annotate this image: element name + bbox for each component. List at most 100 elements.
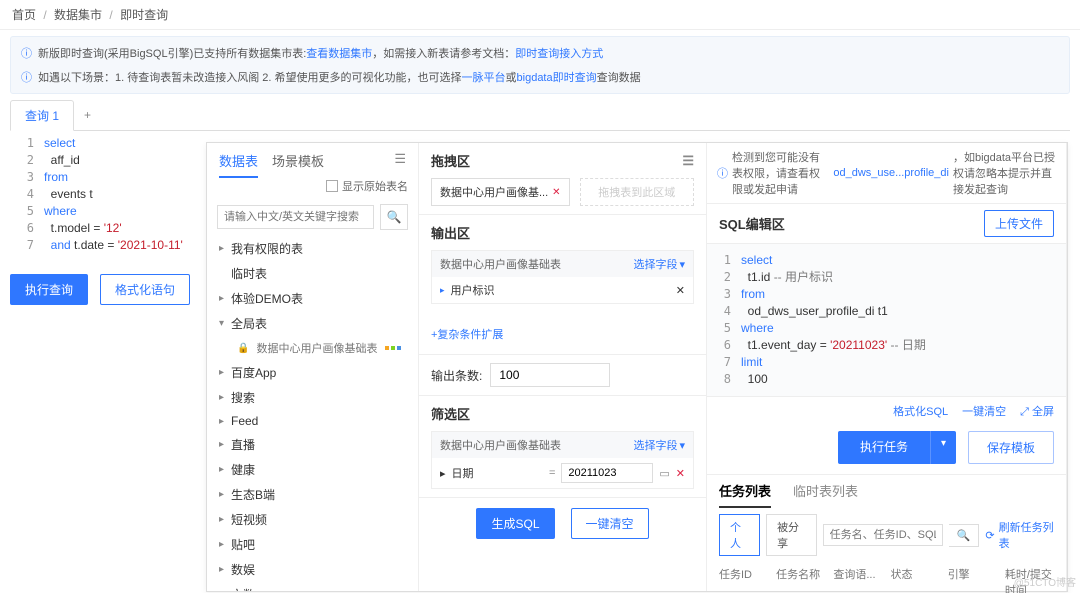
sql-editor[interactable]: 12345678 select t1.id -- 用户标识 from od_dw…: [707, 243, 1066, 397]
task-tabs: 任务列表 临时表列表: [707, 474, 1066, 508]
search-icon[interactable]: 🔍: [949, 524, 980, 547]
output-head: 数据中心用户画像基础表 选择字段▾: [432, 251, 693, 277]
pick-fields-button[interactable]: 选择字段▾: [633, 256, 685, 272]
tree-tieba[interactable]: ▸贴吧: [207, 532, 418, 557]
tree-search[interactable]: ▸搜索: [207, 385, 418, 410]
table-permission-link[interactable]: od_dws_use...profile_di: [833, 167, 949, 179]
calendar-icon[interactable]: ▭: [659, 467, 669, 480]
task-table-head: 任务ID 任务名称 查询语... 状态 引擎 耗时/提交时间: [707, 562, 1066, 593]
pick-fields-button[interactable]: 选择字段▾: [633, 437, 685, 453]
drag-item[interactable]: 数据中心用户画像基...✕: [431, 178, 570, 206]
remove-icon[interactable]: ✕: [676, 467, 685, 480]
col-task-name: 任务名称: [776, 566, 825, 593]
run-query-button[interactable]: 执行查询: [10, 274, 88, 305]
link-bigdata[interactable]: bigdata即时查询: [517, 69, 597, 85]
tab-data-tables[interactable]: 数据表: [219, 151, 258, 178]
breadcrumb-mart[interactable]: 数据集市: [54, 8, 102, 22]
sql-editor-head: SQL编辑区 上传文件: [707, 204, 1066, 243]
complex-conditions-link[interactable]: +复杂条件扩展: [431, 329, 503, 341]
drag-title: 拖拽区: [431, 151, 470, 170]
breadcrumb: 首页 / 数据集市 / 即时查询: [0, 0, 1080, 30]
drag-placeholder[interactable]: 拖拽表到此区域: [580, 178, 694, 206]
upload-file-button[interactable]: 上传文件: [984, 210, 1054, 237]
clear-all-button[interactable]: 一键清空: [571, 508, 649, 539]
right-column: ⓘ 检测到您可能没有表权限，请查看权限或发起申请 od_dws_use...pr…: [707, 143, 1067, 591]
link-yimai[interactable]: 一脉平台: [462, 69, 506, 85]
filter-date-input[interactable]: [561, 463, 653, 483]
query-tabs: 查询 1 +: [10, 100, 1070, 131]
output-title: 输出区: [431, 223, 470, 242]
code[interactable]: select aff_id from events t where t.mode…: [40, 131, 187, 258]
tree-wenku[interactable]: ▸文数: [207, 582, 418, 591]
filter-section: 筛选区 数据中心用户画像基础表 选择字段▾ ▸ 日期 = ▭ ✕: [419, 396, 706, 498]
chevron-down-icon: ▾: [679, 258, 685, 271]
gutter: 1234567: [10, 131, 40, 258]
refresh-tasks-button[interactable]: ⟳刷新任务列表: [985, 519, 1054, 551]
search-input[interactable]: [217, 205, 374, 229]
col-status: 状态: [891, 566, 940, 593]
remove-icon[interactable]: ✕: [552, 187, 560, 198]
generate-sql-button[interactable]: 生成SQL: [476, 508, 554, 539]
notice-1-text: 新版即时查询(采用BigSQL引擎)已支持所有数据集市表:: [38, 45, 306, 61]
triangle-icon: ▸: [440, 285, 445, 296]
run-task-button[interactable]: 执行任务 ▾: [838, 431, 956, 464]
tree-global-child[interactable]: 🔒 数据中心用户画像基础表: [207, 336, 418, 360]
output-field-row: ▸ 用户标识 ✕: [432, 277, 693, 303]
tree-temp-tables[interactable]: 临时表: [207, 261, 418, 286]
notice-2-text: 如遇以下场景：1. 待查询表暂未改造接入风阁 2. 希望使用更多的可视化功能，也…: [38, 69, 462, 85]
col-query: 查询语...: [833, 566, 882, 593]
tree-ent[interactable]: ▸数娱: [207, 557, 418, 582]
equals-icon: =: [549, 467, 555, 479]
tree-feed[interactable]: ▸Feed: [207, 410, 418, 432]
tab-scene-templates[interactable]: 场景模板: [272, 151, 324, 178]
seg-personal[interactable]: 个人: [719, 514, 760, 556]
left-panel-tabs: 数据表 场景模板 ☰: [207, 143, 418, 178]
remove-icon[interactable]: ✕: [676, 284, 685, 297]
tree-my-tables[interactable]: ▸我有权限的表: [207, 236, 418, 261]
breadcrumb-query[interactable]: 即时查询: [120, 8, 168, 22]
tree-demo-tables[interactable]: ▸体验DEMO表: [207, 286, 418, 311]
run-row: 执行任务 ▾ 保存模板: [707, 425, 1066, 474]
sql-editor-title: SQL编辑区: [719, 214, 785, 233]
tree-health[interactable]: ▸健康: [207, 457, 418, 482]
format-sql-link[interactable]: 格式化SQL: [893, 403, 948, 419]
clear-sql-link[interactable]: 一键清空: [962, 403, 1006, 419]
tree-global-tables[interactable]: ▾全局表: [207, 311, 418, 336]
tab-temp-tables[interactable]: 临时表列表: [793, 481, 858, 508]
tab-task-list[interactable]: 任务列表: [719, 481, 771, 508]
save-template-button[interactable]: 保存模板: [968, 431, 1054, 464]
output-field-label: 用户标识: [451, 282, 495, 298]
code[interactable]: select t1.id -- 用户标识 from od_dws_user_pr…: [737, 248, 930, 392]
search-button[interactable]: 🔍: [380, 204, 408, 230]
notice-1: ⓘ 新版即时查询(采用BigSQL引擎)已支持所有数据集市表: 查看数据集市 ，…: [11, 41, 1069, 65]
tree-eco[interactable]: ▸生态B端: [207, 482, 418, 507]
format-sql-button[interactable]: 格式化语句: [100, 274, 190, 305]
link-view-mart[interactable]: 查看数据集市: [306, 45, 372, 61]
show-raw-row: 显示原始表名: [207, 178, 418, 198]
task-search-input[interactable]: [823, 524, 943, 546]
tree-short[interactable]: ▸短视频: [207, 507, 418, 532]
limit-label: 输出条数:: [431, 367, 482, 384]
table-tree: ▸我有权限的表 临时表 ▸体验DEMO表 ▾全局表 🔒 数据中心用户画像基础表 …: [207, 236, 418, 591]
task-filter-row: 个人 被分享 🔍 ⟳刷新任务列表: [707, 508, 1066, 562]
chevron-down-icon[interactable]: ▾: [930, 431, 956, 464]
lock-icon: 🔒: [237, 343, 249, 354]
info-icon: ⓘ: [21, 45, 32, 61]
show-raw-label: 显示原始表名: [342, 178, 408, 194]
collapse-icon[interactable]: ☰: [682, 153, 694, 169]
limit-input[interactable]: [490, 363, 610, 387]
tab-add[interactable]: +: [74, 102, 101, 128]
chevron-down-icon: ▾: [679, 439, 685, 452]
output-section: 输出区 数据中心用户画像基础表 选择字段▾ ▸ 用户标识 ✕ +复杂条件扩展: [419, 215, 706, 355]
collapse-icon[interactable]: ☰: [394, 151, 406, 178]
link-access-doc[interactable]: 即时查询接入方式: [515, 45, 603, 61]
fullscreen-link[interactable]: ⤢ 全屏: [1020, 403, 1054, 419]
tree-baidu[interactable]: ▸百度App: [207, 360, 418, 385]
seg-shared[interactable]: 被分享: [766, 514, 817, 556]
breadcrumb-home[interactable]: 首页: [12, 8, 36, 22]
tab-query-1[interactable]: 查询 1: [10, 100, 74, 131]
status-dots: [385, 346, 401, 350]
tree-live[interactable]: ▸直播: [207, 432, 418, 457]
permission-banner: ⓘ 检测到您可能没有表权限，请查看权限或发起申请 od_dws_use...pr…: [707, 143, 1066, 204]
show-raw-checkbox[interactable]: [326, 180, 338, 192]
